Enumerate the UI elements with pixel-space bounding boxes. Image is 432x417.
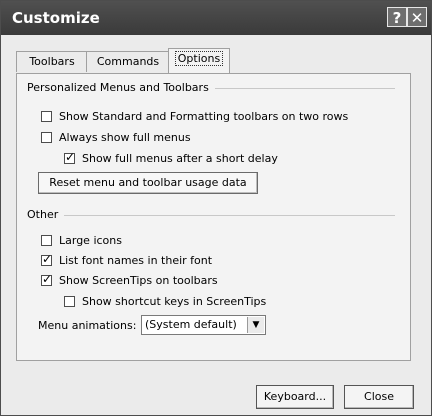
option-font-names[interactable]: List font names in their font xyxy=(41,252,212,268)
tab-toolbars[interactable]: Toolbars xyxy=(16,51,88,72)
help-button[interactable]: ? xyxy=(387,7,407,27)
option-label: Always show full menus xyxy=(59,130,191,144)
other-heading: Other xyxy=(27,208,65,221)
personalized-heading: Personalized Menus and Toolbars xyxy=(27,81,215,94)
keyboard-button[interactable]: Keyboard... xyxy=(256,385,334,409)
option-label: Large icons xyxy=(59,233,122,247)
option-label: Show ScreenTips on toolbars xyxy=(59,273,218,287)
reset-usage-button[interactable]: Reset menu and toolbar usage data xyxy=(38,172,258,194)
option-full-menus[interactable]: Always show full menus xyxy=(41,129,191,145)
option-label: Show full menus after a short delay xyxy=(82,151,278,165)
option-label: Show shortcut keys in ScreenTips xyxy=(82,294,267,308)
close-icon: ✕ xyxy=(410,9,424,27)
dialog-title: Customize xyxy=(12,9,100,27)
menu-animations-row: Menu animations: xyxy=(38,317,136,333)
tab-label: Commands xyxy=(96,55,160,68)
group-divider xyxy=(27,215,395,216)
checkbox[interactable] xyxy=(64,150,75,164)
title-bar[interactable]: Customize ? ✕ xyxy=(1,1,431,35)
tab-label: Options xyxy=(174,51,224,66)
checkbox[interactable] xyxy=(41,252,52,266)
select-value: (System default) xyxy=(145,318,237,331)
option-full-menus-delay[interactable]: Show full menus after a short delay xyxy=(64,150,278,166)
option-large-icons[interactable]: Large icons xyxy=(41,232,122,248)
option-label: Show Standard and Formatting toolbars on… xyxy=(59,109,349,123)
checkbox[interactable] xyxy=(41,110,52,122)
menu-animations-label: Menu animations: xyxy=(38,318,137,332)
options-panel: Personalized Menus and Toolbars Show Sta… xyxy=(16,73,411,361)
checkbox[interactable] xyxy=(41,234,52,246)
checkbox[interactable] xyxy=(41,272,52,286)
option-two-rows[interactable]: Show Standard and Formatting toolbars on… xyxy=(41,108,348,124)
chevron-down-icon[interactable]: ▼ xyxy=(247,317,264,333)
tab-options[interactable]: Options xyxy=(168,48,230,73)
help-icon: ? xyxy=(392,9,402,27)
close-button[interactable]: Close xyxy=(344,385,414,409)
option-shortcut-keys[interactable]: Show shortcut keys in ScreenTips xyxy=(64,293,266,309)
checkbox[interactable] xyxy=(64,295,75,307)
menu-animations-select[interactable]: (System default) ▼ xyxy=(141,315,266,335)
tab-commands[interactable]: Commands xyxy=(86,51,170,72)
close-window-button[interactable]: ✕ xyxy=(407,7,427,27)
option-screentips[interactable]: Show ScreenTips on toolbars xyxy=(41,272,218,288)
tab-label: Toolbars xyxy=(29,55,75,68)
checkbox[interactable] xyxy=(41,131,52,143)
customize-dialog: Customize ? ✕ Toolbars Commands Options … xyxy=(0,0,432,416)
option-label: List font names in their font xyxy=(59,253,213,267)
